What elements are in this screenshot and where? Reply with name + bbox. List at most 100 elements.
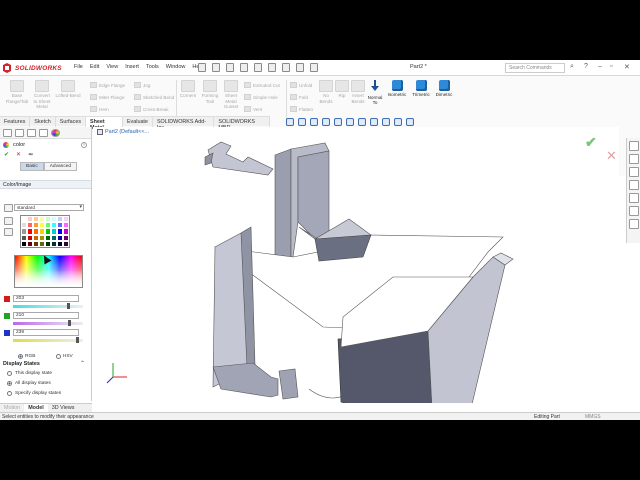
search-icon[interactable]: ⌕ <box>570 63 574 71</box>
red-value-input[interactable]: 203 <box>13 295 79 302</box>
ok-check-icon[interactable]: ✔ <box>4 151 9 158</box>
specify-display-states-option[interactable]: Specify display states <box>7 391 61 396</box>
graphics-area[interactable]: Part2 (Default<<... <box>93 127 619 403</box>
this-display-state-option[interactable]: This display state <box>7 371 52 376</box>
select-icon[interactable] <box>268 63 276 72</box>
blue-slider-thumb[interactable] <box>75 337 79 343</box>
corners-button[interactable]: Corners <box>178 80 198 99</box>
tab-mbd[interactable]: SOLIDWORKS MBD <box>214 117 270 131</box>
flatten-button[interactable]: Flatten <box>290 106 313 112</box>
display-manager-tab-icon[interactable] <box>51 129 60 137</box>
unfold-button[interactable]: Unfold <box>290 82 312 88</box>
vent-button[interactable]: Vent <box>244 106 262 112</box>
tab-evaluate[interactable]: Evaluate <box>123 117 153 127</box>
color-image-section-header[interactable]: Color/Image <box>0 180 91 189</box>
options-gear-icon[interactable] <box>310 63 318 72</box>
tab-features[interactable]: Features <box>0 117 31 127</box>
view-orientation-icon[interactable] <box>346 118 354 126</box>
status-units[interactable]: MMGS <box>585 414 601 420</box>
view-settings-icon[interactable] <box>406 118 414 126</box>
close-icon[interactable]: ✕ <box>624 63 630 71</box>
apply-scene-icon[interactable] <box>394 118 402 126</box>
print-icon[interactable] <box>240 63 248 72</box>
open-icon[interactable] <box>212 63 220 72</box>
configuration-manager-tab-icon[interactable] <box>27 129 36 137</box>
sheet-metal-part-view[interactable] <box>93 127 619 403</box>
hsv-radio[interactable]: HSV <box>55 354 73 359</box>
dynamic-annotation-icon[interactable] <box>334 118 342 126</box>
tab-surfaces[interactable]: Surfaces <box>56 117 87 127</box>
custom-properties-icon[interactable] <box>629 206 639 216</box>
simple-hole-button[interactable]: Simple Hole <box>244 94 278 100</box>
miter-flange-button[interactable]: Miter Flange <box>90 94 125 100</box>
cancel-x-icon[interactable]: ✕ <box>16 151 21 158</box>
solidworks-logo[interactable]: SOLIDWORKS <box>2 62 62 74</box>
normal-to-button[interactable]: Normal To <box>365 80 385 106</box>
search-commands-input[interactable]: Search Commands <box>505 63 565 73</box>
advanced-button[interactable]: Advanced <box>43 162 78 171</box>
appearances-icon[interactable] <box>629 193 639 203</box>
tab-addins[interactable]: SOLIDWORKS Add-Ins <box>153 117 215 131</box>
menu-file[interactable]: File <box>74 64 83 70</box>
green-value-input[interactable]: 210 <box>13 312 79 319</box>
lofted-bend-button[interactable]: Lofted-Bend <box>53 80 83 99</box>
file-properties-icon[interactable] <box>296 63 304 72</box>
restore-icon[interactable]: ▫ <box>610 63 612 70</box>
gusset-button[interactable]: Sheet Metal Gusset <box>220 80 242 110</box>
green-slider-thumb[interactable] <box>67 320 71 326</box>
design-library-icon[interactable] <box>629 154 639 164</box>
menu-tools[interactable]: Tools <box>146 64 159 70</box>
forming-tool-button[interactable]: Forming Tool <box>199 80 221 104</box>
zoom-to-area-icon[interactable] <box>298 118 306 126</box>
blue-value-input[interactable]: 239 <box>13 329 79 336</box>
color-swatch-grid[interactable] <box>20 215 70 248</box>
create-swatch-icon[interactable] <box>4 204 13 212</box>
menu-view[interactable]: View <box>106 64 118 70</box>
fold-button[interactable]: Fold <box>290 94 308 100</box>
trimetric-button[interactable]: Trimetric <box>409 80 433 98</box>
tab-sketch[interactable]: Sketch <box>30 117 56 127</box>
confirm-ok-icon[interactable]: ✔ <box>585 134 597 151</box>
new-icon[interactable] <box>198 63 206 72</box>
jog-button[interactable]: Jog <box>134 82 150 88</box>
sketched-bend-button[interactable]: Sketched Bend <box>134 94 174 100</box>
edge-flange-button[interactable]: Edge Flange <box>90 82 125 88</box>
confirm-cancel-icon[interactable]: ✕ <box>606 148 617 164</box>
edit-appearance-icon[interactable] <box>382 118 390 126</box>
view-palette-icon[interactable] <box>629 180 639 190</box>
no-bends-button[interactable]: No Bends <box>316 80 336 104</box>
tab-motion-prefix[interactable]: Motion <box>0 404 24 412</box>
previous-view-icon[interactable] <box>310 118 318 126</box>
all-display-states-option[interactable]: All display states <box>7 381 51 386</box>
task-pane-more-icon[interactable] <box>629 219 639 229</box>
isometric-button[interactable]: Isometric <box>384 80 410 98</box>
property-manager-tab-icon[interactable] <box>15 129 24 137</box>
blue-slider[interactable] <box>13 337 83 343</box>
tab-model[interactable]: Model <box>24 404 48 412</box>
menu-insert[interactable]: Insert <box>125 64 139 70</box>
dimxpert-tab-icon[interactable] <box>39 129 48 137</box>
red-slider-thumb[interactable] <box>66 303 70 309</box>
tab-sheet-metal[interactable]: Sheet Metal <box>86 117 123 131</box>
menu-window[interactable]: Window <box>166 64 186 70</box>
extruded-cut-button[interactable]: Extruded Cut <box>244 82 280 88</box>
green-slider[interactable] <box>13 320 83 326</box>
pin-icon[interactable]: ⇴ <box>28 151 33 158</box>
undo-icon[interactable] <box>254 63 262 72</box>
rgb-radio[interactable]: RGB <box>18 354 35 359</box>
convert-to-sheet-metal-button[interactable]: Convert to Sheet Metal <box>30 80 54 110</box>
minimize-icon[interactable]: – <box>598 63 602 70</box>
feature-manager-tab-icon[interactable] <box>3 129 12 137</box>
dimetric-button[interactable]: Dimetric <box>432 80 456 98</box>
save-icon[interactable] <box>226 63 234 72</box>
hem-button[interactable]: Hem <box>90 106 109 112</box>
basic-button[interactable]: Basic <box>20 162 44 171</box>
hide-show-items-icon[interactable] <box>370 118 378 126</box>
red-slider[interactable] <box>13 303 83 309</box>
remove-swatch-icon[interactable] <box>4 228 13 236</box>
add-swatch-icon[interactable] <box>4 217 13 225</box>
rebuild-icon[interactable] <box>282 63 290 72</box>
menu-edit[interactable]: Edit <box>90 64 99 70</box>
zoom-to-fit-icon[interactable] <box>286 118 294 126</box>
collapse-chevron-icon[interactable]: ⌃ <box>80 360 85 367</box>
